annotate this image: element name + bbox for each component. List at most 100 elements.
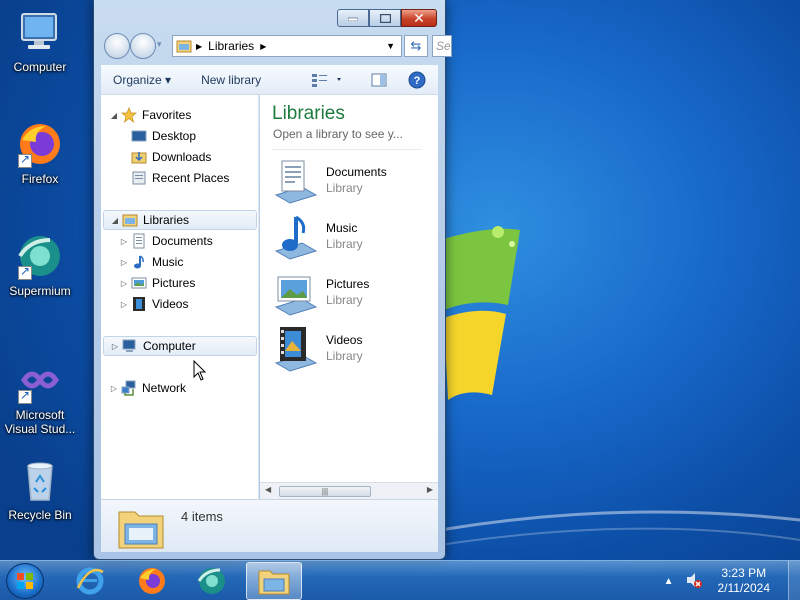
address-location[interactable]: Libraries <box>208 39 254 53</box>
wallpaper-swoosh <box>440 510 800 546</box>
show-hidden-icons-icon[interactable]: ▲ <box>664 576 674 587</box>
refresh-button[interactable]: ⇆ <box>404 35 428 57</box>
nav-documents[interactable]: ▷ Documents <box>119 231 213 251</box>
show-desktop-button[interactable] <box>788 561 800 600</box>
start-button[interactable] <box>6 563 44 599</box>
nav-label: Pictures <box>152 276 196 290</box>
desktop-icon-recycle-bin[interactable]: Recycle Bin <box>0 456 80 522</box>
windows-logo-icon <box>17 573 33 589</box>
nav-network[interactable]: ▷ Network <box>109 378 186 398</box>
mouse-cursor-icon <box>193 360 207 381</box>
close-button[interactable]: ✕ <box>401 9 437 27</box>
refresh-icon: ⇆ <box>410 38 422 53</box>
forward-button[interactable] <box>130 33 156 59</box>
nav-desktop[interactable]: Desktop <box>129 126 196 146</box>
desktop-icon-label: Recycle Bin <box>8 508 72 522</box>
internet-explorer-icon <box>76 567 104 595</box>
nav-libraries[interactable]: ◢ Libraries <box>103 210 257 230</box>
navigation-pane: ◢ Favorites Desktop Downloads Recent Pla… <box>101 95 259 499</box>
libraries-icon <box>122 212 138 228</box>
visual-studio-icon <box>16 356 64 404</box>
help-button[interactable]: ? <box>408 71 426 92</box>
nav-label: Videos <box>152 297 189 311</box>
breadcrumb-separator-icon[interactable]: ▶ <box>260 42 266 51</box>
collapsed-arrow-icon[interactable]: ▷ <box>119 300 129 309</box>
supermium-icon <box>16 232 64 280</box>
change-view-button[interactable] <box>311 72 345 91</box>
volume-muted-icon[interactable] <box>686 572 702 591</box>
address-bar[interactable]: ▶ Libraries ▶ ▼ <box>172 35 402 57</box>
firefox-icon <box>16 120 64 168</box>
desktop-icon-visual-studio[interactable]: Microsoft Visual Stud... <box>0 356 80 436</box>
firefox-icon <box>139 568 165 594</box>
maximize-button[interactable] <box>369 9 401 27</box>
desktop-icon-supermium[interactable]: Supermium <box>0 232 80 298</box>
library-item-documents[interactable]: Documents Library <box>270 157 435 207</box>
library-item-music[interactable]: Music Library <box>270 213 435 263</box>
libraries-folder-icon <box>117 504 165 553</box>
desktop-icon-computer[interactable]: Computer <box>0 8 80 74</box>
search-input[interactable]: Sear <box>432 35 452 57</box>
libraries-icon <box>176 38 192 54</box>
collapsed-arrow-icon[interactable]: ▷ <box>119 237 129 246</box>
library-name: Music <box>326 221 358 235</box>
details-pane: 4 items <box>101 499 438 552</box>
scroll-left-icon[interactable]: ◀ <box>265 485 271 494</box>
collapsed-arrow-icon[interactable]: ▷ <box>109 384 119 393</box>
nav-label: Favorites <box>142 108 192 122</box>
scroll-right-icon[interactable]: ▶ <box>427 485 433 494</box>
scroll-thumb[interactable]: ||| <box>279 486 371 497</box>
system-tray: ▲ 3:23 PM 2/11/2024 <box>664 561 800 600</box>
taskbar-internet-explorer[interactable] <box>62 562 118 600</box>
taskbar-supermium[interactable] <box>184 562 240 600</box>
nav-label: Recent Places <box>152 171 230 185</box>
desktop-icon-firefox[interactable]: Firefox <box>0 120 80 186</box>
computer-icon <box>122 338 138 354</box>
nav-label: Desktop <box>152 129 197 143</box>
recent-pages-chevron-icon[interactable]: ▾ <box>157 39 162 50</box>
taskbar-windows-explorer[interactable] <box>246 562 302 600</box>
content-pane: Libraries Open a library to see y... Doc… <box>260 95 438 499</box>
organize-button[interactable]: Organize ▾ <box>101 73 183 87</box>
back-button[interactable] <box>104 33 130 59</box>
videos-library-icon <box>270 325 320 375</box>
computer-icon <box>16 8 64 56</box>
clock[interactable]: 3:23 PM 2/11/2024 <box>718 566 771 596</box>
collapsed-arrow-icon[interactable]: ▷ <box>119 279 129 288</box>
nav-favorites[interactable]: ◢ Favorites <box>109 105 191 125</box>
downloads-folder-icon <box>131 149 147 165</box>
shortcut-arrow-icon <box>18 264 32 280</box>
address-dropdown-icon[interactable]: ▼ <box>386 41 395 51</box>
expand-arrow-icon[interactable]: ◢ <box>110 216 120 225</box>
nav-recent-places[interactable]: Recent Places <box>129 168 229 188</box>
library-name: Pictures <box>326 277 370 291</box>
nav-downloads[interactable]: Downloads <box>129 147 211 167</box>
horizontal-scrollbar[interactable]: ◀ ||| ▶ <box>260 482 438 499</box>
documents-library-icon <box>270 157 320 207</box>
library-type: Library <box>326 293 363 307</box>
desktop-icon-label: Firefox <box>21 172 59 186</box>
expand-arrow-icon[interactable]: ◢ <box>109 111 119 120</box>
nav-videos[interactable]: ▷ Videos <box>119 294 188 314</box>
taskbar-firefox[interactable] <box>124 562 180 600</box>
address-row: ▾ ▶ Libraries ▶ ▼ ⇆ Sear <box>102 33 452 59</box>
nav-computer[interactable]: ▷ Computer <box>103 336 257 356</box>
new-library-button[interactable]: New library <box>183 73 273 87</box>
library-type: Library <box>326 181 363 195</box>
music-note-icon <box>131 254 147 270</box>
music-library-icon <box>270 213 320 263</box>
folder-icon <box>258 570 290 595</box>
collapsed-arrow-icon[interactable]: ▷ <box>110 342 120 351</box>
minimize-button[interactable] <box>337 9 369 27</box>
nav-pictures[interactable]: ▷ Pictures <box>119 273 195 293</box>
preview-pane-button[interactable] <box>371 72 387 91</box>
page-title: Libraries <box>272 103 345 124</box>
library-item-videos[interactable]: Videos Library <box>270 325 435 375</box>
nav-music[interactable]: ▷ Music <box>119 252 183 272</box>
library-item-pictures[interactable]: Pictures Library <box>270 269 435 319</box>
desktop-icon-label: Supermium <box>9 284 71 298</box>
explorer-window[interactable]: ✕ ▾ ▶ Libraries ▶ ▼ ⇆ Sear Organize ▾ Ne… <box>93 0 452 560</box>
network-icon <box>121 380 137 396</box>
library-name: Videos <box>326 333 363 347</box>
collapsed-arrow-icon[interactable]: ▷ <box>119 258 129 267</box>
